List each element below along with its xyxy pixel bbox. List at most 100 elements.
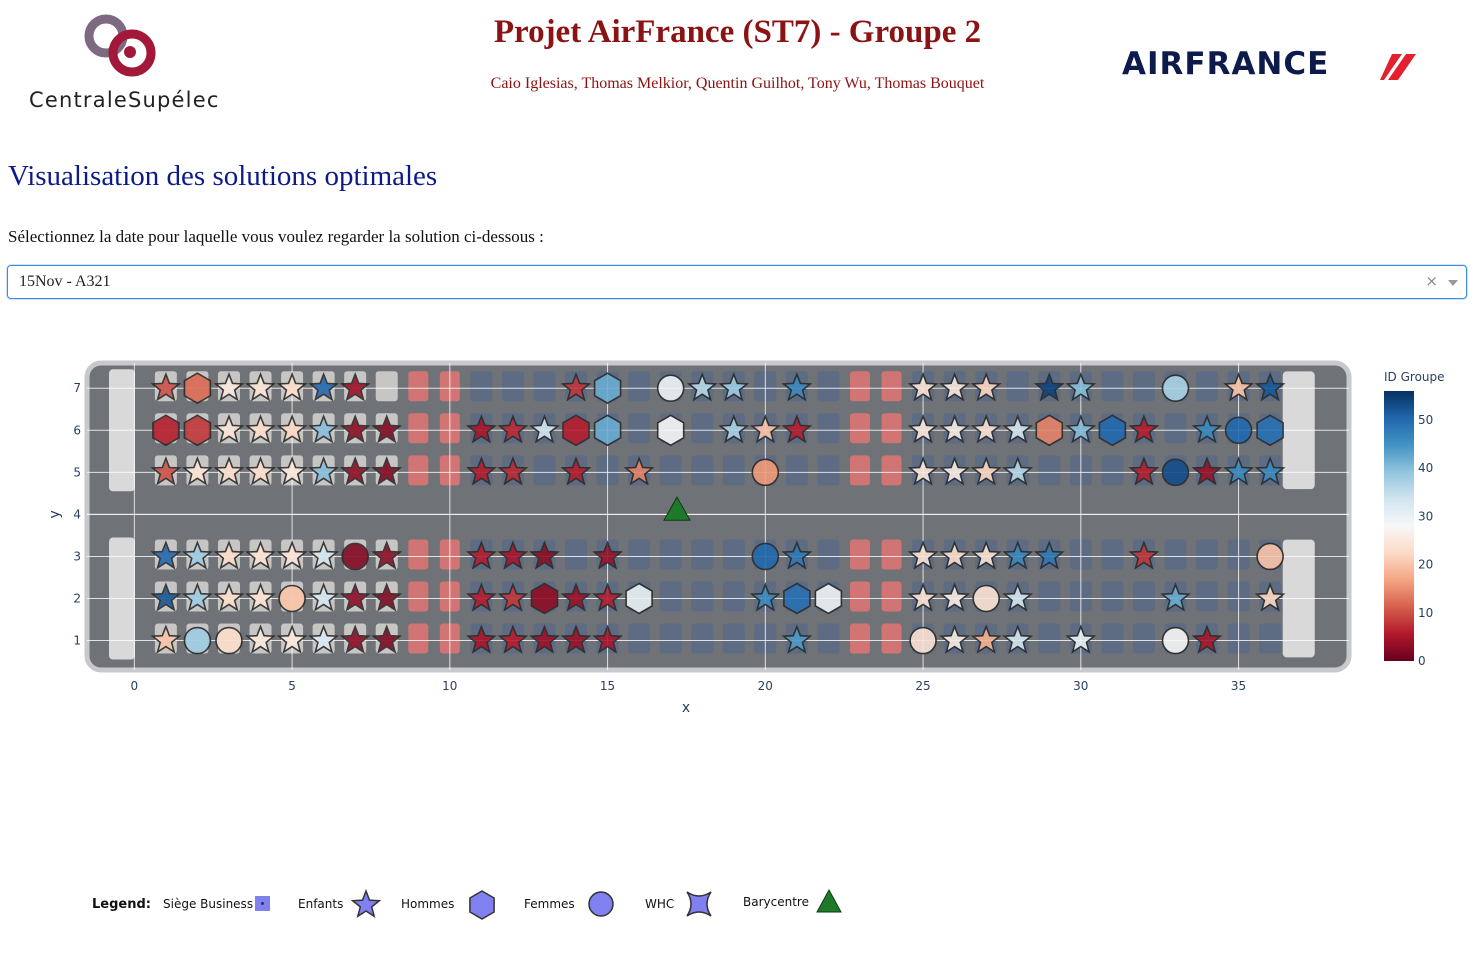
cabin-seat (1259, 623, 1282, 654)
cabin-seat (1196, 371, 1219, 402)
legend-label-whc: WHC (645, 897, 674, 911)
legend-label-hommes: Hommes (401, 897, 454, 911)
cabin-seat (722, 539, 745, 570)
exit-seat (881, 455, 902, 486)
cabin-seat (1132, 623, 1155, 654)
exit-seat (849, 413, 870, 444)
femme-circle-marker (1161, 374, 1190, 403)
legend-svg: Legend: Siège Business Enfants Hommes Fe… (92, 888, 842, 920)
femme-circle-marker (1161, 626, 1190, 655)
cabin-seat (1006, 371, 1029, 402)
cabin-seat (1164, 413, 1187, 444)
exit-seat (881, 581, 902, 612)
cabin-seat (628, 539, 651, 570)
exit-seat (881, 539, 902, 570)
cabin-seat (691, 413, 714, 444)
legend-heading: Legend: (92, 897, 151, 912)
x-tick-label: 20 (758, 679, 773, 693)
exit-seat (849, 371, 870, 402)
femme-circle-marker (183, 626, 212, 655)
y-tick-label: 5 (73, 465, 81, 479)
cabin-seat (1101, 455, 1124, 486)
femme-circle-marker (656, 374, 685, 403)
cabin-seat (1132, 581, 1155, 612)
y-tick-label: 6 (73, 423, 81, 437)
y-axis-title: y (47, 510, 63, 518)
femme-circle-marker (1161, 458, 1190, 487)
exit-seat (408, 371, 429, 402)
exit-seat (408, 455, 429, 486)
exit-seat (408, 581, 429, 612)
exit-seat (849, 539, 870, 570)
exit-seat (881, 413, 902, 444)
femme-circle-marker (278, 584, 306, 613)
clear-icon[interactable]: × (1425, 272, 1438, 290)
cabin-seat (1038, 623, 1061, 654)
cabin-seat (533, 455, 556, 486)
cabin-seat (1164, 539, 1187, 570)
airline-logo-text: AIRFRANCE (1122, 46, 1330, 82)
homme-hexagon-marker (530, 582, 559, 615)
cabin-seat (785, 455, 808, 486)
colorbar-tick-label: 40 (1418, 461, 1433, 475)
cabin-seat (470, 371, 493, 402)
triangle-icon (816, 888, 842, 913)
cabin-seat (659, 581, 682, 612)
cabin-seat (501, 371, 524, 402)
y-tick-label: 1 (73, 634, 81, 648)
femme-circle-marker (972, 584, 1000, 613)
cabin-background (87, 363, 1349, 670)
cabin-seat (533, 371, 556, 402)
chevron-down-icon[interactable] (1448, 280, 1458, 286)
seat-chart-svg: 0 5 10 15 20 25 30 35 1 2 3 4 5 6 7 x y ID Groupe 0 10 20 30 4… (47, 360, 1445, 716)
exit-seat (408, 539, 429, 570)
exit-seat (408, 413, 429, 444)
date-dropdown[interactable]: 15Nov - A321 × (7, 265, 1467, 299)
cabin-seat (628, 413, 651, 444)
homme-hexagon-marker (183, 372, 212, 405)
cabin-seat (817, 455, 840, 486)
dropdown-selected-value: 15Nov - A321 (19, 273, 111, 290)
femme-circle-marker (1224, 416, 1253, 445)
colorbar-tick-label: 10 (1418, 606, 1433, 620)
cabin-seat (1101, 539, 1124, 570)
seat-chart: 0 5 10 15 20 25 30 35 1 2 3 4 5 6 7 x y ID Groupe 0 10 20 30 4… (0, 340, 1475, 740)
hexagon-icon (469, 890, 495, 920)
date-prompt: Sélectionnez la date pour laquelle vous … (8, 227, 544, 246)
colorbar-tick-label: 30 (1418, 509, 1433, 523)
y-tick-label: 4 (73, 507, 81, 521)
x-tick-label: 10 (442, 679, 457, 693)
homme-hexagon-marker (656, 414, 685, 447)
cabin-seat (628, 623, 651, 654)
legend-label-enfants: Enfants (298, 897, 343, 911)
cabin-seat (817, 413, 840, 444)
y-tick-label: 3 (73, 549, 81, 563)
exit-seat (881, 371, 902, 402)
cabin-seat (1196, 581, 1219, 612)
legend-label-femmes: Femmes (524, 897, 575, 911)
square-concave-icon (686, 891, 712, 917)
homme-hexagon-marker (1256, 414, 1284, 447)
homme-hexagon-marker (183, 414, 212, 447)
exit-seat (849, 623, 870, 654)
cabin-seat (722, 623, 745, 654)
homme-hexagon-marker (783, 582, 811, 615)
exit-seat (849, 581, 870, 612)
square-dot-center (261, 902, 264, 905)
exit-seat (881, 623, 902, 654)
cabin-seat (1101, 371, 1124, 402)
cabin-seat (691, 581, 714, 612)
exit-seat (408, 623, 429, 654)
x-tick-label: 5 (288, 679, 296, 693)
cabin-seat (1132, 371, 1155, 402)
colorbar (1384, 391, 1414, 661)
femme-circle-marker (751, 458, 780, 487)
cabin-seat (375, 371, 398, 402)
y-tick-label: 2 (73, 592, 81, 606)
homme-hexagon-marker (1098, 414, 1127, 447)
x-tick-label: 25 (915, 679, 930, 693)
cabin-seat (817, 371, 840, 402)
homme-hexagon-marker (1035, 414, 1064, 447)
cabin-seat (565, 539, 588, 570)
cabin-seat (1038, 455, 1061, 486)
